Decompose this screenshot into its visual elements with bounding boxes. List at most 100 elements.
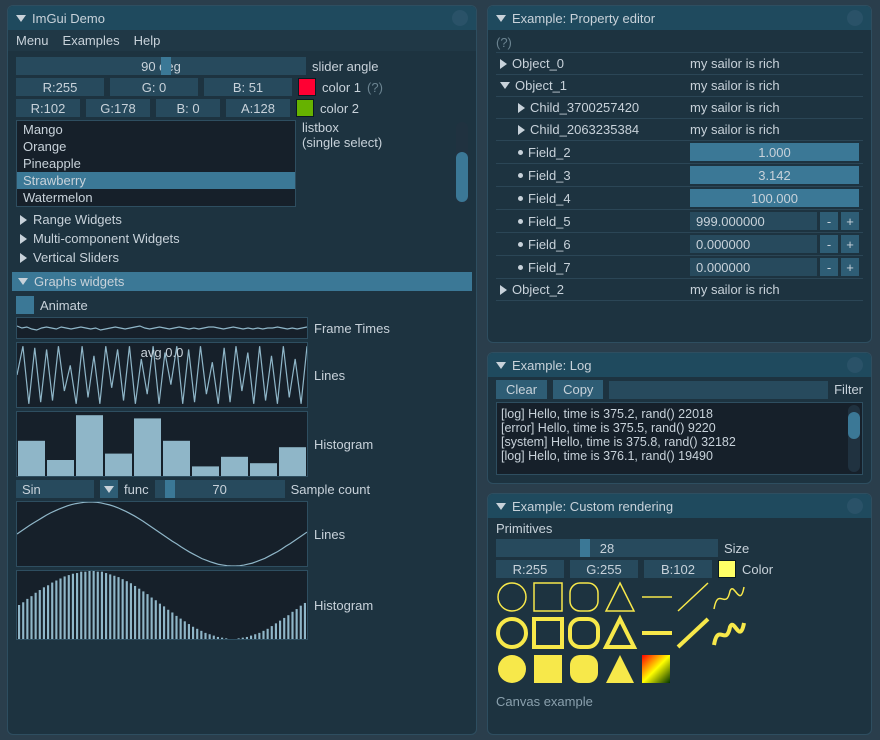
props-help-icon[interactable]: (?)	[496, 33, 863, 52]
demo-titlebar[interactable]: ImGui Demo	[8, 6, 476, 30]
slider-grab[interactable]	[580, 539, 590, 557]
minus-button[interactable]: -	[820, 212, 838, 230]
prop-row: Field_5999.000000-+	[496, 210, 863, 233]
minus-button[interactable]: -	[820, 258, 838, 276]
prop-label[interactable]: Object_0	[496, 53, 686, 74]
color1-swatch[interactable]	[298, 78, 316, 96]
caret-right-icon[interactable]	[518, 103, 525, 113]
slider-grab[interactable]	[161, 57, 171, 75]
log-title: Example: Log	[512, 358, 592, 373]
collapse-icon[interactable]	[16, 15, 26, 22]
copy-button[interactable]: Copy	[553, 380, 603, 399]
bullet-icon	[518, 173, 523, 178]
log-line: [system] Hello, time is 375.8, rand() 32…	[501, 435, 858, 449]
plus-button[interactable]: +	[841, 235, 859, 253]
custom-color-b[interactable]: B:102	[644, 560, 712, 578]
listbox-item[interactable]: Orange	[17, 138, 295, 155]
prop-label[interactable]: Child_2063235384	[496, 119, 686, 140]
bullet-icon	[518, 265, 523, 270]
slider-grab[interactable]	[165, 480, 175, 498]
filter-input[interactable]	[609, 381, 828, 399]
minus-button[interactable]: -	[820, 235, 838, 253]
listbox-item[interactable]: Strawberry	[17, 172, 295, 189]
caret-down-icon[interactable]	[500, 82, 510, 89]
input-float[interactable]: 999.000000	[690, 212, 817, 230]
caret-right-icon[interactable]	[518, 125, 525, 135]
custom-color-swatch[interactable]	[718, 560, 736, 578]
func-combo[interactable]: Sin	[16, 480, 94, 498]
prop-value: my sailor is rich	[686, 280, 863, 299]
tree-node[interactable]: Multi-component Widgets	[16, 229, 468, 248]
color2-swatch[interactable]	[296, 99, 314, 117]
prop-label[interactable]: Field_3	[496, 165, 686, 186]
menu-examples[interactable]: Examples	[63, 33, 120, 48]
size-slider[interactable]: 28	[496, 539, 718, 557]
prop-row: Child_3700257420my sailor is rich	[496, 97, 863, 119]
listbox-label: listbox	[302, 120, 382, 135]
slider-angle[interactable]: 90 deg	[16, 57, 306, 75]
plot-lines2	[16, 501, 308, 567]
func-label: func	[124, 482, 149, 497]
collapse-icon[interactable]	[496, 362, 506, 369]
menu-help[interactable]: Help	[134, 33, 161, 48]
listbox[interactable]: MangoOrangePineappleStrawberryWatermelon	[16, 120, 296, 207]
prop-label[interactable]: Child_3700257420	[496, 97, 686, 118]
prop-label[interactable]: Object_2	[496, 279, 686, 300]
log-window: Example: Log Clear Copy Filter [log] Hel…	[487, 352, 872, 484]
prop-label[interactable]: Field_5	[496, 211, 686, 232]
color1-b[interactable]: B: 51	[204, 78, 292, 96]
scrollbar-thumb[interactable]	[848, 412, 860, 439]
caret-right-icon[interactable]	[500, 59, 507, 69]
combo-arrow[interactable]	[100, 480, 118, 498]
scrollbar-thumb[interactable]	[456, 152, 468, 202]
drag-float[interactable]: 1.000	[690, 143, 859, 161]
listbox-item[interactable]: Mango	[17, 121, 295, 138]
close-icon[interactable]	[452, 10, 468, 26]
props-titlebar[interactable]: Example: Property editor	[488, 6, 871, 30]
prop-label[interactable]: Object_1	[496, 75, 686, 96]
menu-menu[interactable]: Menu	[16, 33, 49, 48]
caret-right-icon	[20, 253, 27, 263]
color2-r[interactable]: R:102	[16, 99, 80, 117]
animate-checkbox[interactable]	[16, 296, 34, 314]
custom-color-r[interactable]: R:255	[496, 560, 564, 578]
close-icon[interactable]	[847, 498, 863, 514]
drag-float[interactable]: 100.000	[690, 189, 859, 207]
collapse-icon[interactable]	[496, 15, 506, 22]
custom-color-label: Color	[742, 562, 773, 577]
close-icon[interactable]	[847, 357, 863, 373]
drag-float[interactable]: 3.142	[690, 166, 859, 184]
log-line: [log] Hello, time is 376.1, rand() 19490	[501, 449, 858, 463]
prop-label[interactable]: Field_2	[496, 142, 686, 163]
color2-b[interactable]: B: 0	[156, 99, 220, 117]
color1-r[interactable]: R:255	[16, 78, 104, 96]
prop-label[interactable]: Field_6	[496, 234, 686, 255]
close-icon[interactable]	[847, 10, 863, 26]
graphs-header[interactable]: Graphs widgets	[12, 272, 472, 291]
color2-a[interactable]: A:128	[226, 99, 290, 117]
prop-value: my sailor is rich	[686, 76, 863, 95]
custom-titlebar[interactable]: Example: Custom rendering	[488, 494, 871, 518]
color2-g[interactable]: G:178	[86, 99, 150, 117]
collapse-icon[interactable]	[496, 503, 506, 510]
primitives-label: Primitives	[496, 521, 863, 536]
color1-g[interactable]: G: 0	[110, 78, 198, 96]
plot-lines2-label: Lines	[314, 527, 345, 542]
prop-label[interactable]: Field_7	[496, 257, 686, 278]
sample-slider[interactable]: 70	[155, 480, 285, 498]
log-titlebar[interactable]: Example: Log	[488, 353, 871, 377]
tree-node[interactable]: Vertical Sliders	[16, 248, 468, 267]
tree-node[interactable]: Range Widgets	[16, 210, 468, 229]
plot-hist	[16, 411, 308, 477]
input-float[interactable]: 0.000000	[690, 258, 817, 276]
custom-color-g[interactable]: G:255	[570, 560, 638, 578]
caret-right-icon[interactable]	[500, 285, 507, 295]
input-float[interactable]: 0.000000	[690, 235, 817, 253]
color1-help-icon[interactable]: (?)	[367, 80, 383, 95]
plus-button[interactable]: +	[841, 212, 859, 230]
listbox-item[interactable]: Pineapple	[17, 155, 295, 172]
plus-button[interactable]: +	[841, 258, 859, 276]
listbox-item[interactable]: Watermelon	[17, 189, 295, 206]
prop-label[interactable]: Field_4	[496, 188, 686, 209]
clear-button[interactable]: Clear	[496, 380, 547, 399]
